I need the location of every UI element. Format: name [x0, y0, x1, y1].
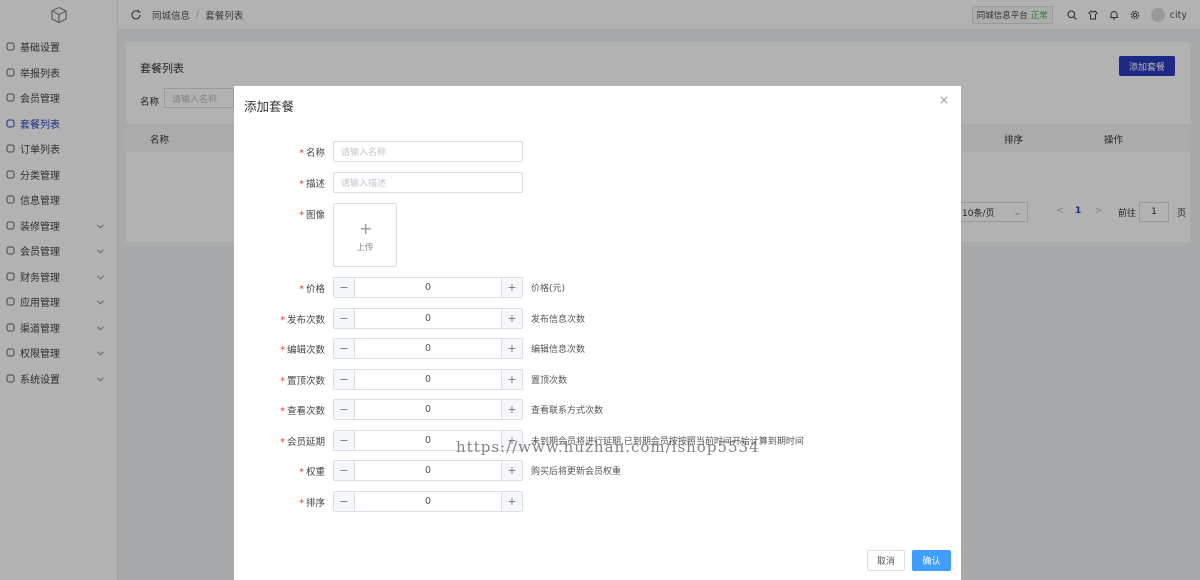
required-mark: * — [299, 467, 304, 478]
image-upload[interactable]: + 上传 — [333, 203, 397, 267]
stepper-hint: 价格(元) — [531, 284, 566, 294]
stepper-value[interactable]: 0 — [355, 339, 501, 358]
decrement-button[interactable]: − — [334, 461, 355, 480]
decrement-button[interactable]: − — [334, 308, 355, 328]
desc-input[interactable]: 请输入描述 — [333, 172, 523, 193]
number-stepper: −0 + — [333, 399, 523, 420]
stepper-hint: 购买后将更新会员权重 — [531, 467, 622, 477]
increment-button[interactable]: + — [501, 308, 522, 328]
increment-button[interactable]: + — [501, 461, 522, 480]
number-stepper: −0 + — [333, 338, 523, 359]
required-mark: * — [280, 345, 285, 356]
form-row-stepper: * 编辑次数 −0 + 编辑信息次数 — [234, 338, 961, 359]
form-row-stepper: * 权重 −0 + 购买后将更新会员权重 — [234, 460, 961, 481]
name-input[interactable]: 请输入名称 — [333, 141, 523, 162]
stepper-hint: 查看联系方式次数 — [531, 406, 604, 416]
stepper-label-text: 编辑次数 — [286, 345, 325, 356]
form-row-stepper: * 排序 −0 + — [234, 490, 961, 512]
stepper-label: * 查看次数 — [280, 403, 325, 417]
required-mark: * — [299, 210, 304, 221]
required-mark: * — [299, 497, 304, 509]
desc-label-text: 描述 — [305, 179, 325, 190]
form-row-desc: * 描述 请输入描述 — [234, 172, 961, 193]
stepper-hint: 发布信息次数 — [531, 314, 586, 325]
decrement-button[interactable]: − — [334, 369, 355, 389]
stepper-label-text: 查看次数 — [286, 406, 325, 417]
decrement-button[interactable]: − — [334, 339, 355, 358]
form-row-image: * 图像 + 上传 — [234, 203, 961, 267]
required-mark: * — [280, 314, 285, 326]
stepper-value[interactable]: 0 — [355, 400, 501, 419]
number-stepper: −0 + — [333, 368, 523, 390]
increment-button[interactable]: + — [501, 400, 522, 419]
stepper-label: * 置顶次数 — [280, 373, 325, 387]
required-mark: * — [299, 284, 304, 295]
dialog-title: 添加套餐 — [244, 99, 295, 114]
watermark-text: https://www.huzhan.com/ishop5534 — [456, 438, 760, 456]
desc-label: * 描述 — [299, 176, 325, 190]
form-row-stepper: * 发布次数 −0 + 发布信息次数 — [234, 307, 961, 329]
stepper-label: * 编辑次数 — [280, 342, 325, 356]
stepper-value[interactable]: 0 — [355, 309, 501, 328]
required-mark: * — [280, 436, 285, 448]
stepper-label-text: 排序 — [305, 497, 325, 509]
stepper-label-text: 置顶次数 — [286, 375, 325, 387]
stepper-label: * 会员延期 — [280, 434, 325, 448]
form-row-stepper: * 价格 −0 + 价格(元) — [234, 277, 961, 298]
stepper-value[interactable]: 0 — [355, 278, 501, 297]
stepper-value[interactable]: 0 — [355, 492, 501, 511]
add-package-dialog: 添加套餐 × * 名称 请输入名称 * 描述 请输入描述 * 图像 + 上传 * 价格 −… — [234, 86, 961, 580]
required-mark: * — [280, 406, 285, 417]
stepper-label-text: 发布次数 — [286, 314, 325, 326]
increment-button[interactable]: + — [501, 369, 522, 389]
decrement-button[interactable]: − — [334, 278, 355, 297]
stepper-label: * 发布次数 — [280, 312, 325, 326]
number-stepper: −0 + — [333, 307, 523, 329]
form-row-stepper: * 置顶次数 −0 + 置顶次数 — [234, 368, 961, 390]
form-row-name: * 名称 请输入名称 — [234, 141, 961, 162]
form-row-stepper: * 查看次数 −0 + 查看联系方式次数 — [234, 399, 961, 420]
plus-icon: + — [359, 219, 373, 238]
number-stepper: −0 + — [333, 460, 523, 481]
image-label-text: 图像 — [305, 210, 325, 221]
upload-label: 上传 — [356, 243, 374, 253]
decrement-button[interactable]: − — [334, 430, 355, 450]
increment-button[interactable]: + — [501, 339, 522, 358]
required-mark: * — [299, 179, 304, 190]
stepper-label-text: 会员延期 — [286, 436, 325, 448]
increment-button[interactable]: + — [501, 491, 522, 511]
required-mark: * — [280, 375, 285, 387]
image-label: * 图像 — [299, 207, 325, 221]
number-stepper: −0 + — [333, 490, 523, 512]
close-icon[interactable]: × — [939, 93, 949, 107]
confirm-button[interactable]: 确认 — [912, 550, 951, 571]
name-label-text: 名称 — [305, 148, 325, 159]
decrement-button[interactable]: − — [334, 491, 355, 511]
stepper-label: * 排序 — [299, 495, 325, 509]
stepper-hint: 置顶次数 — [531, 375, 568, 386]
stepper-value[interactable]: 0 — [355, 370, 501, 389]
increment-button[interactable]: + — [501, 278, 522, 297]
stepper-label: * 权重 — [299, 464, 325, 478]
stepper-hint: 编辑信息次数 — [531, 345, 586, 355]
stepper-label-text: 权重 — [305, 467, 325, 478]
required-mark: * — [299, 148, 304, 159]
decrement-button[interactable]: − — [334, 400, 355, 419]
number-stepper: −0 + — [333, 277, 523, 298]
cancel-button[interactable]: 取消 — [867, 550, 905, 571]
stepper-label: * 价格 — [299, 281, 325, 295]
stepper-label-text: 价格 — [305, 284, 325, 295]
name-label: * 名称 — [299, 145, 325, 159]
stepper-value[interactable]: 0 — [355, 461, 501, 480]
